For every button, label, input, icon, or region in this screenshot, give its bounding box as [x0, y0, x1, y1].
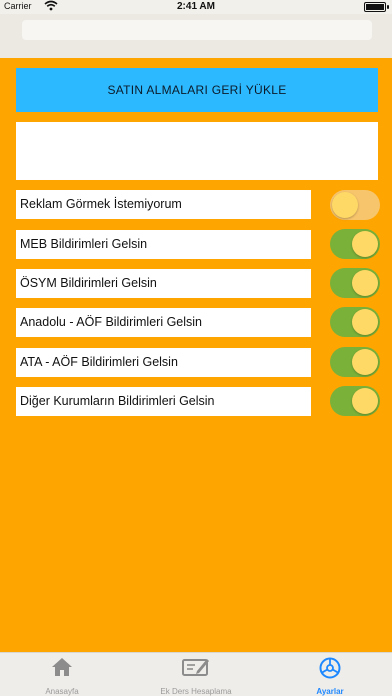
toggle-knob: [352, 270, 378, 296]
ad-banner-area: [16, 122, 378, 180]
toggle-knob: [332, 192, 358, 218]
battery-icon: [364, 2, 389, 12]
toggle-no-ads[interactable]: [330, 190, 380, 220]
tab-home-label: Anasayfa: [45, 687, 79, 696]
status-time: 2:41 AM: [177, 1, 215, 12]
tab-ek-ders-label: Ek Ders Hesaplama: [160, 687, 232, 696]
toggle-meb[interactable]: [330, 229, 380, 259]
tab-settings[interactable]: Ayarlar: [270, 653, 390, 696]
settings-content: SATIN ALMALARI GERİ YÜKLE Reklam Görmek …: [0, 58, 392, 652]
toggle-knob: [352, 388, 378, 414]
setting-label-anadolu-aof: Anadolu - AÖF Bildirimleri Gelsin: [16, 308, 311, 337]
nav-title-area: [22, 20, 372, 40]
setting-label-no-ads: Reklam Görmek İstemiyorum: [16, 190, 311, 219]
toggle-anadolu-aof[interactable]: [330, 307, 380, 337]
tab-ek-ders-hesaplama[interactable]: Ek Ders Hesaplama: [136, 653, 256, 696]
tab-settings-label: Ayarlar: [316, 687, 344, 696]
setting-label-osym: ÖSYM Bildirimleri Gelsin: [16, 269, 311, 298]
tab-bar: Anasayfa Ek Ders Hesaplama Ayarlar: [0, 652, 392, 696]
navigation-bar: [0, 14, 392, 58]
restore-purchases-button[interactable]: SATIN ALMALARI GERİ YÜKLE: [16, 68, 378, 112]
settings-icon: [318, 656, 342, 685]
home-icon: [50, 656, 74, 683]
toggle-knob: [352, 231, 378, 257]
setting-label-meb: MEB Bildirimleri Gelsin: [16, 230, 311, 259]
toggle-knob: [352, 349, 378, 375]
toggle-knob: [352, 309, 378, 335]
setting-label-other-institutions: Diğer Kurumların Bildirimleri Gelsin: [16, 387, 311, 416]
toggle-other-institutions[interactable]: [330, 386, 380, 416]
tab-home[interactable]: Anasayfa: [2, 653, 122, 696]
toggle-osym[interactable]: [330, 268, 380, 298]
setting-label-ata-aof: ATA - AÖF Bildirimleri Gelsin: [16, 348, 311, 377]
calculator-edit-icon: [181, 656, 211, 683]
toggle-ata-aof[interactable]: [330, 347, 380, 377]
status-bar: Carrier 2:41 AM: [0, 0, 392, 14]
